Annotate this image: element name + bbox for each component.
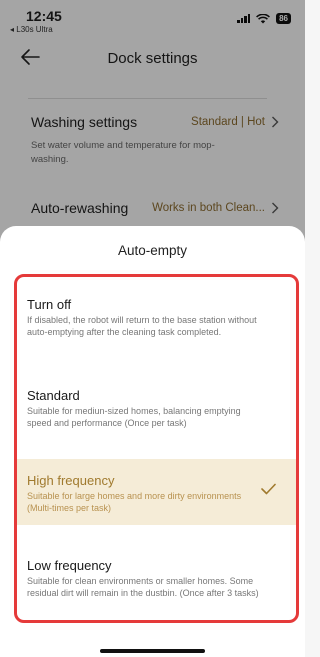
option-description: Suitable for large homes and more dirty … <box>27 491 242 513</box>
option-description: Suitable for mediun-sized homes, balanci… <box>27 406 241 428</box>
option-high-frequency[interactable]: High frequency Suitable for large homes … <box>17 459 296 525</box>
option-low-frequency[interactable]: Low frequency Suitable for clean environ… <box>17 539 296 620</box>
auto-empty-options: Turn off If disabled, the robot will ret… <box>14 274 299 623</box>
option-description: If disabled, the robot will return to th… <box>27 315 257 337</box>
auto-empty-sheet: Auto-empty Turn off If disabled, the rob… <box>0 226 305 657</box>
option-label: Standard <box>27 388 80 403</box>
checkmark-icon <box>261 483 276 495</box>
home-indicator[interactable] <box>100 649 205 653</box>
option-description: Suitable for clean environments or small… <box>27 576 259 598</box>
option-label: Turn off <box>27 297 72 312</box>
sheet-title: Auto-empty <box>117 243 188 258</box>
option-label: Low frequency <box>27 558 112 573</box>
option-turn-off[interactable]: Turn off If disabled, the robot will ret… <box>17 277 296 367</box>
option-standard[interactable]: Standard Suitable for mediun-sized homes… <box>17 367 296 445</box>
option-label: High frequency <box>27 473 115 488</box>
